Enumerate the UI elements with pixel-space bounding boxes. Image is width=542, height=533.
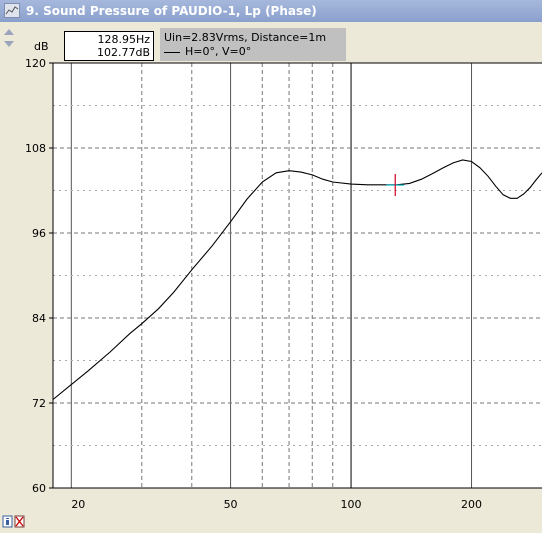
x-tick-label: 50 [224,498,238,511]
y-tick-label: 72 [32,397,46,410]
y-tick-label: 60 [32,482,46,495]
y-tick-label: 120 [25,57,46,70]
x-tick-label: 200 [461,498,482,511]
info-icon [2,515,13,528]
sound-pressure-chart[interactable]: 60 72 84 96 108 120 20 50 100 200 [0,0,542,530]
x-tick-label: 20 [71,498,85,511]
close-marker-icon [14,515,25,528]
x-tick-label: 100 [341,498,362,511]
bottom-toolbar[interactable] [2,514,26,528]
y-tick-label: 84 [32,312,46,325]
y-tick-label: 108 [25,142,46,155]
y-tick-label: 96 [32,227,46,240]
